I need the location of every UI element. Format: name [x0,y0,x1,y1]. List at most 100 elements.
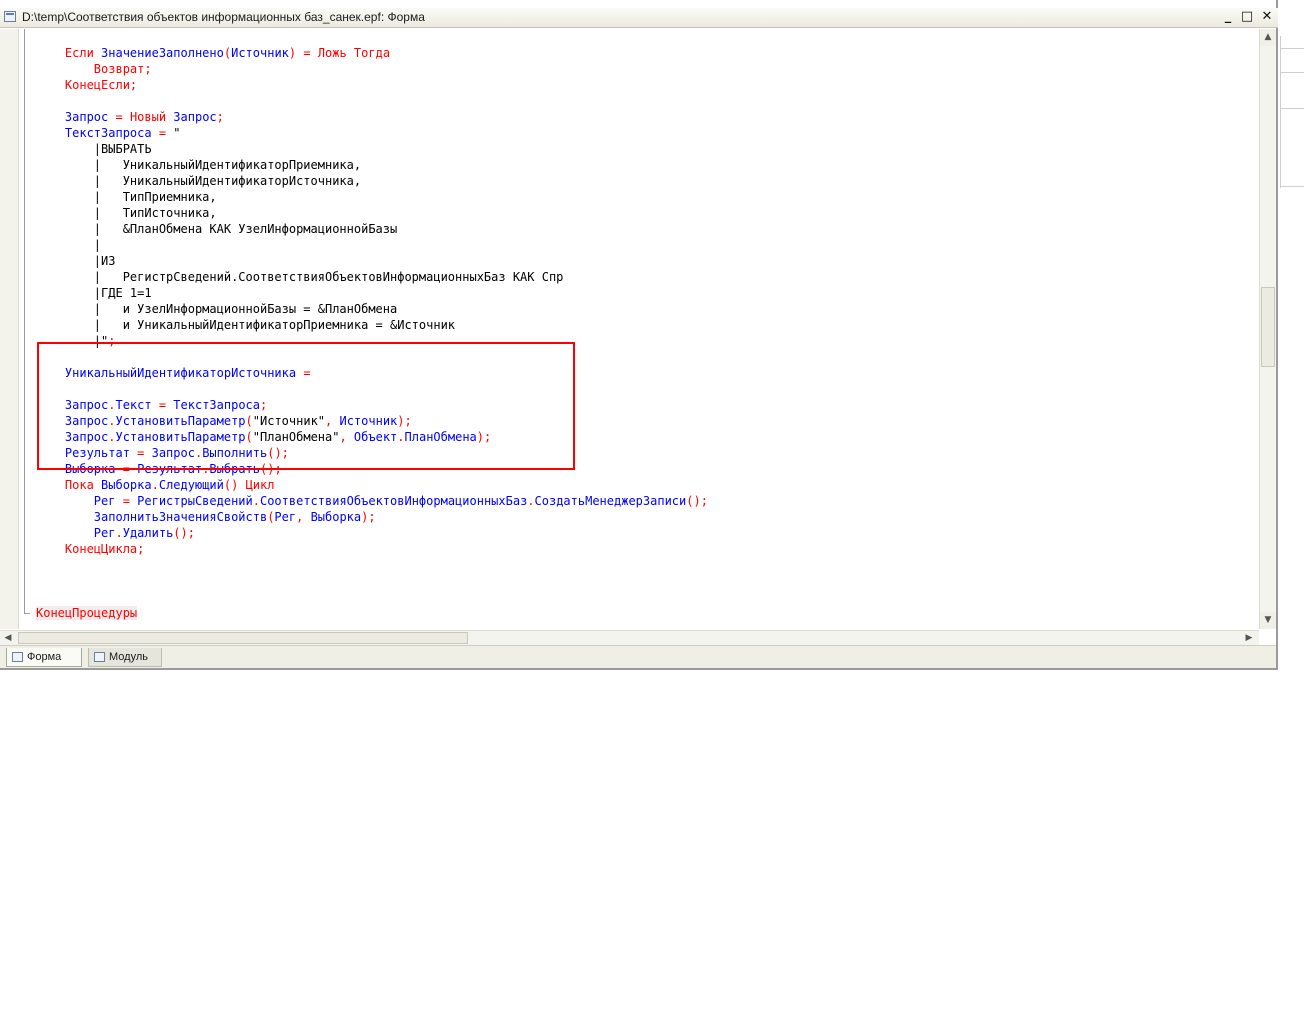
code-line[interactable]: | [36,237,708,253]
code-line[interactable]: Выборка = Результат.Выбрать(); [36,461,708,477]
code-token: | УникальныйИдентификаторИсточника, [36,174,362,188]
horizontal-scrollbar[interactable]: ◀ ▶ [0,630,1259,645]
code-line[interactable]: | ТипИсточника, [36,205,708,221]
code-line[interactable]: ТекстЗапроса = " [36,125,708,141]
code-token: ); [476,430,492,444]
code-token: Запрос [151,446,195,460]
code-token: Рег [274,510,297,524]
code-token: Выборка [36,462,123,476]
code-token: ПланОбмена [404,430,477,444]
code-token: (); [267,446,289,460]
code-line[interactable]: ЗаполнитьЗначенияСвойств(Рег, Выборка); [36,509,708,525]
code-token: = [122,494,138,508]
code-token: Результат [36,446,138,460]
code-line[interactable] [36,349,708,365]
code-token: . [252,494,260,508]
code-line[interactable]: Рег = РегистрыСведений.СоответствияОбъек… [36,493,708,509]
close-button[interactable]: ✕ [1259,9,1275,25]
code-token: |" [36,334,109,348]
code-token: " [173,126,181,140]
code-line[interactable]: | УникальныйИдентификаторПриемника, [36,157,708,173]
code-token: ; [216,110,224,124]
code-line[interactable]: Возврат; [36,61,708,77]
code-token: ; [144,62,152,76]
code-line[interactable]: |ИЗ [36,253,708,269]
form-window-icon [4,11,16,22]
code-token: ТекстЗапроса [173,398,260,412]
fold-end-marker [24,613,30,614]
code-token: (); [260,462,282,476]
code-token: Цикл [245,478,275,492]
code-token: Текст [115,398,159,412]
code-token: ; [137,542,145,556]
code-token: Удалить [122,526,174,540]
code-token: ( [223,46,232,60]
code-token: Запрос [36,110,116,124]
code-line[interactable]: УникальныйИдентификаторИсточника = [36,365,708,381]
code-token: = [158,398,174,412]
title-bar[interactable]: D:\temp\Соответствия объектов информацио… [0,8,1278,28]
scroll-left-arrow-icon[interactable]: ◀ [0,631,16,645]
code-line[interactable]: | и УзелИнформационнойБазы = &ПланОбмена [36,301,708,317]
code-editor[interactable]: Если ЗначениеЗаполнено(Источник) = Ложь … [0,29,1259,629]
code-token: ; [129,78,138,92]
code-token: = [122,462,138,476]
code-token: Источник [339,414,398,428]
code-token: УстановитьПараметр [115,414,246,428]
code-token: Запрос [36,430,109,444]
code-line[interactable]: | &ПланОбмена КАК УзелИнформационнойБазы [36,221,708,237]
horizontal-scroll-thumb[interactable] [18,632,468,644]
code-token: КонецЦикла [36,542,138,556]
code-line[interactable]: Результат = Запрос.Выполнить(); [36,445,708,461]
code-line[interactable]: | ТипПриемника, [36,189,708,205]
code-line[interactable] [36,573,708,589]
code-line[interactable]: Запрос.Текст = ТекстЗапроса; [36,397,708,413]
code-token: Запрос [36,398,109,412]
code-line[interactable]: Рег.Удалить(); [36,525,708,541]
code-token: Следующий [158,478,224,492]
tab-module[interactable]: Модуль [88,648,162,667]
editor-gutter [0,29,19,629]
scroll-right-arrow-icon[interactable]: ▶ [1241,631,1257,645]
code-token: Выбрать [209,462,260,476]
code-line[interactable] [36,93,708,109]
code-line[interactable]: | РегистрСведений.СоответствияОбъектовИн… [36,269,708,285]
editor-window: D:\temp\Соответствия объектов информацио… [0,0,1278,670]
code-token: Объект [353,430,398,444]
code-text[interactable]: Если ЗначениеЗаполнено(Источник) = Ложь … [36,45,708,621]
code-token: | РегистрСведений.СоответствияОбъектовИн… [36,270,564,284]
scroll-down-arrow-icon[interactable]: ▼ [1260,612,1276,629]
code-token: УстановитьПараметр [115,430,246,444]
code-line[interactable] [36,381,708,397]
code-line[interactable]: Запрос.УстановитьПараметр("Источник", Ис… [36,413,708,429]
code-line[interactable]: КонецПроцедуры [36,605,708,621]
tab-form[interactable]: Форма [6,648,82,667]
code-token: (); [173,526,195,540]
code-line[interactable]: Запрос = Новый Запрос; [36,109,708,125]
code-token: . [151,478,159,492]
code-line[interactable]: Запрос.УстановитьПараметр("ПланОбмена", … [36,429,708,445]
code-line[interactable]: |ГДЕ 1=1 [36,285,708,301]
code-line[interactable]: |ВЫБРАТЬ [36,141,708,157]
maximize-button[interactable]: □ [1239,9,1255,25]
code-line[interactable]: Если ЗначениеЗаполнено(Источник) = Ложь … [36,45,708,61]
vertical-scrollbar[interactable]: ▲ ▼ [1259,29,1276,629]
code-line[interactable]: | УникальныйИдентификаторИсточника, [36,173,708,189]
code-line[interactable]: | и УникальныйИдентификаторПриемника = &… [36,317,708,333]
code-token: Выборка [310,510,362,524]
vertical-scroll-thumb[interactable] [1261,287,1275,367]
code-token: |ГДЕ 1=1 [36,286,152,300]
code-token: ) = [288,46,318,60]
code-token: Источник [231,46,289,60]
code-token: . [397,430,405,444]
minimize-button[interactable]: _ [1220,9,1236,25]
code-token: , [296,510,311,524]
code-line[interactable]: КонецЦикла; [36,541,708,557]
code-line[interactable]: Пока Выборка.Следующий() Цикл [36,477,708,493]
code-line[interactable] [36,557,708,573]
code-line[interactable]: КонецЕсли; [36,77,708,93]
code-line[interactable]: |"; [36,333,708,349]
code-token: ); [361,510,376,524]
code-line[interactable] [36,589,708,605]
scroll-up-arrow-icon[interactable]: ▲ [1260,29,1276,46]
